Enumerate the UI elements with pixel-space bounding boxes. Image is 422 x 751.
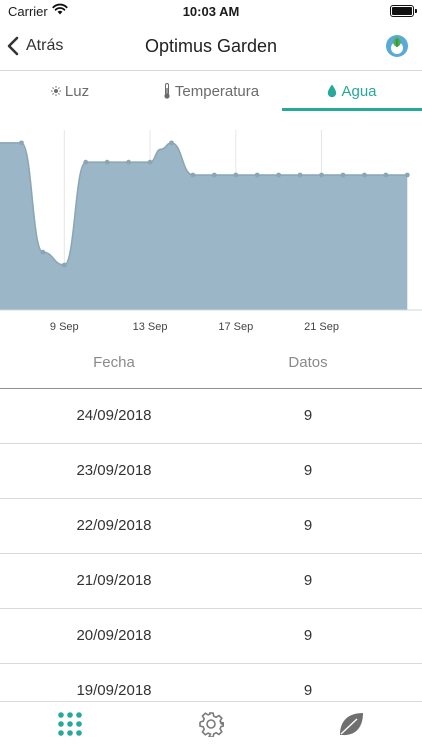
water-chart: 9 Sep 13 Sep 17 Sep 21 Sep [0, 112, 422, 342]
table-row: 21/09/2018 9 [0, 554, 422, 609]
row-value: 9 [303, 572, 313, 589]
tab-temperatura-label: Temperatura [174, 82, 260, 100]
back-label: Atrás [26, 37, 64, 54]
column-header-datos: Datos [288, 354, 328, 371]
tab-agua-label: Agua [341, 82, 377, 100]
chart-point [233, 172, 239, 178]
chart-point [362, 172, 367, 178]
chart-point [104, 159, 110, 165]
back-button[interactable]: Atrás [6, 22, 63, 70]
row-value: 9 [303, 407, 313, 424]
chart-area [0, 142, 408, 310]
table-row: 24/09/2018 9 [0, 389, 422, 444]
tab-bar-plants[interactable] [337, 712, 365, 740]
row-value: 9 [303, 462, 313, 479]
chart-point [169, 140, 174, 146]
chart-point [276, 172, 282, 178]
chart-point [340, 172, 346, 178]
sensor-tabs: Luz Temperatura Agua [0, 71, 422, 111]
bottom-tab-bar [0, 701, 422, 751]
row-date: 23/09/2018 [76, 462, 152, 479]
table-row: 20/09/2018 9 [0, 609, 422, 664]
tab-luz[interactable]: Luz [0, 71, 140, 111]
table-row: 22/09/2018 9 [0, 499, 422, 554]
tab-bar-settings[interactable] [197, 711, 225, 742]
tab-bar-dashboard[interactable] [56, 711, 84, 742]
chart-point [211, 172, 217, 178]
row-value: 9 [303, 627, 313, 644]
row-value: 9 [303, 517, 313, 534]
row-date: 19/09/2018 [76, 682, 152, 699]
chart-x-tick-label: 13 Sep [133, 321, 168, 333]
navigation-bar: Atrás Optimus Garden [0, 22, 422, 71]
row-date: 20/09/2018 [76, 627, 152, 644]
chart-x-tick-label: 21 Sep [304, 321, 339, 333]
chart-point [319, 172, 324, 178]
chart-point [83, 159, 89, 165]
row-date: 24/09/2018 [76, 407, 152, 424]
table-header: Fecha Datos [0, 342, 422, 389]
chart-point [147, 159, 153, 165]
tab-temperatura[interactable]: Temperatura [140, 71, 282, 111]
chart-point [297, 172, 303, 178]
chart-point [254, 172, 260, 178]
clock-time: 10:03 AM [182, 4, 240, 19]
chart-point [383, 172, 389, 178]
water-drop-icon [327, 84, 337, 98]
row-date: 21/09/2018 [76, 572, 152, 589]
chart-point [61, 262, 67, 268]
chart-x-tick-label: 9 Sep [50, 321, 79, 333]
chart-point [19, 140, 24, 146]
chart-canvas: 9 Sep 13 Sep 17 Sep 21 Sep [0, 130, 422, 333]
chart-x-tick-label: 17 Sep [218, 321, 253, 333]
data-table[interactable]: 24/09/2018 9 23/09/2018 9 22/09/2018 9 2… [0, 389, 422, 701]
leaf-icon [337, 710, 365, 743]
active-tab-indicator [282, 108, 422, 111]
tab-luz-label: Luz [64, 82, 90, 100]
sun-icon [50, 86, 61, 96]
chart-point [404, 172, 410, 178]
table-row: 23/09/2018 9 [0, 444, 422, 499]
chart-point [40, 249, 46, 255]
table-row: 19/09/2018 9 [0, 664, 422, 701]
gear-icon [198, 711, 225, 742]
app-logo-icon[interactable] [385, 34, 409, 58]
chevron-left-icon [6, 35, 20, 57]
row-date: 22/09/2018 [76, 517, 152, 534]
chart-point [126, 159, 132, 165]
chart-point [190, 172, 196, 178]
grid-icon [57, 711, 83, 742]
tab-agua[interactable]: Agua [282, 71, 422, 111]
row-value: 9 [303, 682, 313, 699]
battery-icon [390, 5, 417, 17]
status-bar: Carrier 10:03 AM [0, 0, 422, 22]
thermometer-icon [163, 83, 171, 99]
column-header-fecha: Fecha [93, 354, 135, 371]
